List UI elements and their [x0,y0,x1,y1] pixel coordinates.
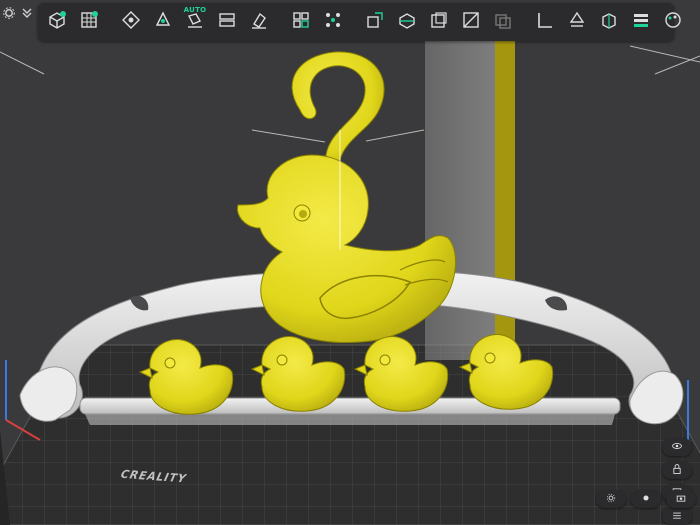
support-paint-button[interactable] [562,7,592,37]
add-model-button[interactable] [42,7,72,37]
add-plate-button[interactable] [74,7,104,37]
auto-orient-icon [120,9,142,35]
seam-paint-button[interactable] [594,7,624,37]
erase-button[interactable] [244,7,274,37]
boolean-icon [492,9,514,35]
scale-button[interactable] [360,7,390,37]
layers-icon [630,9,652,35]
camera-button[interactable] [666,490,696,508]
split-plate-button[interactable] [212,7,242,37]
bottom-controls [596,490,696,508]
scatter-icon [322,9,344,35]
grid-icon [670,507,684,525]
lock-button[interactable] [662,461,692,479]
collapse-chevron-icon[interactable] [20,6,34,20]
grid-button[interactable] [662,507,692,525]
3d-viewport[interactable]: CREALITY AUTO [0,0,700,525]
gear-icon[interactable] [2,6,16,20]
color-paint-button[interactable] [658,7,688,37]
grid-arrange-button[interactable] [286,7,316,37]
hollow-button[interactable] [424,7,454,37]
color-paint-icon [662,9,684,35]
top-toolbar: AUTO [38,3,681,41]
grid-arrange-icon [290,9,312,35]
seam-paint-icon [598,9,620,35]
cut-icon [396,9,418,35]
toolbar-group [38,7,108,37]
measure-button[interactable] [530,7,560,37]
split-plate-icon [216,9,238,35]
toolbar-group [282,7,352,37]
support-paint-icon [566,9,588,35]
auto-arrange-button[interactable]: AUTO [180,6,210,37]
eye-button[interactable] [662,438,692,456]
hollow-icon [428,9,450,35]
sun-icon [639,490,653,509]
build-plate [0,344,700,525]
camera-icon [674,490,688,509]
add-model-icon [46,9,68,35]
settings-button[interactable] [596,490,626,508]
lay-on-face-button[interactable] [148,7,178,37]
scene-canvas[interactable] [0,0,700,525]
auto-orient-button[interactable] [116,7,146,37]
toolbar-group [356,7,522,37]
scatter-button[interactable] [318,7,348,37]
lay-on-face-icon [152,9,174,35]
slash-button[interactable] [456,7,486,37]
right-side-controls [662,438,692,525]
layers-button[interactable] [626,7,656,37]
settings-icon [604,490,618,509]
measure-icon [534,9,556,35]
scale-icon [364,9,386,35]
slash-icon [460,9,482,35]
toolbar-group: AUTO [112,6,278,37]
lock-icon [670,461,684,480]
eye-icon [670,438,684,457]
auto-badge: AUTO [183,6,207,14]
cut-button[interactable] [392,7,422,37]
sun-button[interactable] [631,490,661,508]
add-plate-icon [78,9,100,35]
boolean-button[interactable] [488,7,518,37]
erase-icon [248,9,270,35]
viewport-corner-controls [2,6,34,20]
toolbar-group [526,7,692,37]
